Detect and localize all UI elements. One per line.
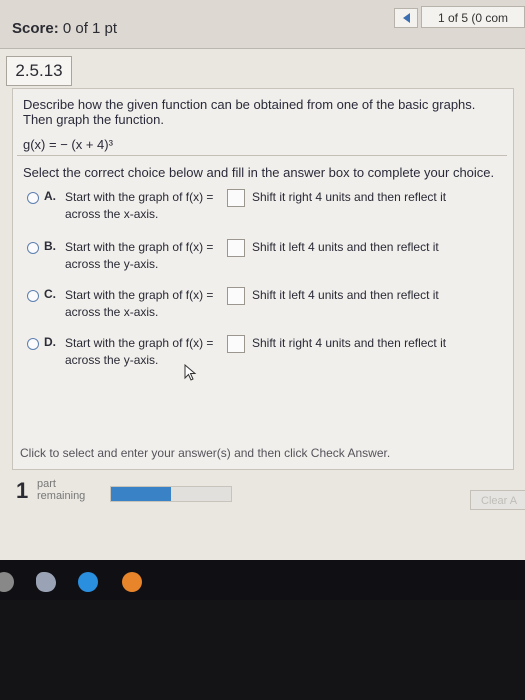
choice-letter: D.	[44, 335, 56, 349]
question-number: 2.5.13	[6, 56, 72, 86]
choice-b-radio[interactable]	[27, 242, 39, 254]
parts-progress-bar	[110, 486, 232, 502]
choice-a-radio[interactable]	[27, 192, 39, 204]
parts-remaining-label: part remaining	[37, 478, 85, 502]
choice-a-answer-box[interactable]	[227, 189, 245, 207]
choice-continuation: across the y-axis.	[65, 257, 159, 271]
choice-c-answer-box[interactable]	[227, 287, 245, 305]
choice-a[interactable]: A. Start with the graph of f(x) = Shift …	[27, 189, 497, 229]
score-label: Score:	[12, 20, 59, 37]
choice-shift-text: Shift it right 4 units and then reflect …	[252, 190, 447, 204]
edge-browser-icon[interactable]	[78, 572, 98, 592]
choice-b[interactable]: B. Start with the graph of f(x) = Shift …	[27, 239, 497, 279]
question-progress[interactable]: 1 of 5 (0 com	[421, 6, 525, 28]
choice-d-answer-box[interactable]	[227, 335, 245, 353]
choice-c[interactable]: C. Start with the graph of f(x) = Shift …	[27, 287, 497, 327]
choice-d-radio[interactable]	[27, 338, 39, 350]
header-bar: Score: 0 of 1 pt 1 of 5 (0 com	[0, 0, 525, 49]
choice-continuation: across the x-axis.	[65, 207, 159, 221]
cortana-icon[interactable]	[36, 572, 56, 592]
clear-all-button[interactable]: Clear A	[470, 490, 525, 510]
parts-remaining-count: 1	[16, 478, 29, 503]
function-expression: g(x) = − (x + 4)³	[23, 137, 113, 152]
previous-question-button[interactable]	[394, 8, 418, 28]
question-description: Describe how the given function can be o…	[23, 97, 476, 127]
choice-text: Start with the graph of f(x) =	[65, 190, 214, 204]
score-value: 0 of 1 pt	[62, 20, 118, 37]
parts-label-line2: remaining	[37, 490, 86, 502]
arrow-left-icon	[402, 13, 410, 23]
browser-viewport: Score: 0 of 1 pt 1 of 5 (0 com 2.5.13 De…	[0, 0, 525, 560]
choice-letter: A.	[44, 189, 56, 203]
mouse-cursor-icon	[184, 364, 197, 381]
score-display: Score: 0 of 1 pt	[12, 20, 117, 37]
choice-letter: B.	[44, 239, 56, 253]
choice-d[interactable]: D. Start with the graph of f(x) = Shift …	[27, 335, 497, 375]
choice-letter: C.	[44, 287, 56, 301]
parts-label-line1: part	[37, 478, 56, 490]
help-text: Click to select and enter your answer(s)…	[20, 446, 391, 460]
firefox-icon[interactable]	[122, 572, 142, 592]
choice-shift-text: Shift it left 4 units and then reflect i…	[252, 288, 439, 302]
question-instruction: Select the correct choice below and fill…	[23, 165, 495, 180]
choice-c-radio[interactable]	[27, 290, 39, 302]
divider	[17, 155, 507, 156]
choice-continuation: across the x-axis.	[65, 305, 159, 319]
choice-text: Start with the graph of f(x) =	[65, 288, 214, 302]
choice-text: Start with the graph of f(x) =	[65, 336, 214, 350]
monitor-bezel	[0, 600, 525, 700]
question-panel: Describe how the given function can be o…	[12, 88, 514, 470]
choice-continuation: across the y-axis.	[65, 353, 159, 367]
choice-shift-text: Shift it right 4 units and then reflect …	[252, 336, 447, 350]
parts-progress-fill	[111, 487, 171, 501]
choice-shift-text: Shift it left 4 units and then reflect i…	[252, 240, 439, 254]
choice-b-answer-box[interactable]	[227, 239, 245, 257]
choice-text: Start with the graph of f(x) =	[65, 240, 214, 254]
